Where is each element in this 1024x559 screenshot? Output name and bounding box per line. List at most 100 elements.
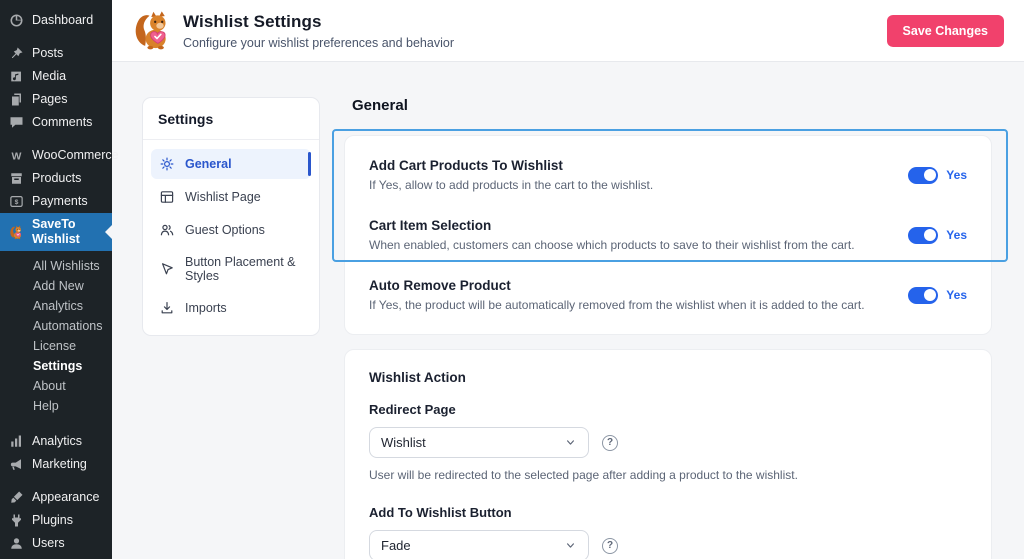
redirect-page-description: User will be redirected to the selected … bbox=[369, 468, 967, 482]
sidebar-item-dashboard[interactable]: Dashboard bbox=[0, 9, 112, 32]
settings-tab-guest-options[interactable]: Guest Options bbox=[151, 215, 311, 245]
comment-icon bbox=[9, 115, 24, 130]
submenu-item-analytics[interactable]: Analytics bbox=[0, 296, 112, 316]
sidebar-item-tools[interactable]: Tools bbox=[0, 555, 112, 559]
dashboard-icon bbox=[9, 13, 24, 28]
download-icon bbox=[159, 300, 175, 316]
sidebar-item-comments[interactable]: Comments bbox=[0, 111, 112, 134]
redirect-page-value: Wishlist bbox=[381, 435, 426, 450]
add-to-wishlist-button-help-icon[interactable]: ? bbox=[602, 538, 618, 554]
cursor-icon bbox=[159, 261, 175, 277]
setting-title: Cart Item Selection bbox=[369, 218, 855, 233]
svg-text:$: $ bbox=[15, 199, 19, 206]
sidebar-item-label: WooCommerce bbox=[32, 148, 119, 163]
add-cart-products-toggle[interactable] bbox=[908, 167, 938, 184]
sidebar-item-label: Posts bbox=[32, 46, 63, 61]
general-toggles-card: Add Cart Products To Wishlist If Yes, al… bbox=[344, 135, 992, 335]
pages-icon bbox=[9, 92, 24, 107]
add-to-wishlist-button-label: Add To Wishlist Button bbox=[369, 505, 967, 520]
settings-tab-general[interactable]: General bbox=[151, 149, 311, 179]
sidebar-item-label: Users bbox=[32, 536, 65, 551]
bar-chart-icon bbox=[9, 434, 24, 449]
sidebar-item-label: Media bbox=[32, 69, 66, 84]
submenu-item-all-wishlists[interactable]: All Wishlists bbox=[0, 256, 112, 276]
sidebar-item-label: Products bbox=[32, 171, 81, 186]
settings-nav-title: Settings bbox=[143, 98, 319, 140]
svg-text:W: W bbox=[12, 150, 22, 162]
sidebar-item-label: Comments bbox=[32, 115, 92, 130]
sidebar-item-users[interactable]: Users bbox=[0, 532, 112, 555]
people-icon bbox=[159, 222, 175, 238]
settings-tab-button-placement[interactable]: Button Placement & Styles bbox=[151, 248, 311, 290]
settings-nav-panel: Settings General Wishlist Page Guest Opt… bbox=[142, 97, 320, 336]
sidebar-item-saveto-wishlist[interactable]: SaveTo Wishlist bbox=[0, 213, 112, 251]
page-header: Wishlist Settings Configure your wishlis… bbox=[112, 0, 1024, 62]
pin-icon bbox=[9, 46, 24, 61]
setting-description: When enabled, customers can choose which… bbox=[369, 238, 855, 252]
submenu-item-about[interactable]: About bbox=[0, 376, 112, 396]
sidebar-item-label: Payments bbox=[32, 194, 88, 209]
sidebar-item-label: Marketing bbox=[32, 457, 87, 472]
submenu-item-settings[interactable]: Settings bbox=[0, 356, 112, 376]
sidebar-item-label: Plugins bbox=[32, 513, 73, 528]
sidebar-item-pages[interactable]: Pages bbox=[0, 88, 112, 111]
save-changes-button[interactable]: Save Changes bbox=[887, 15, 1004, 47]
payments-icon: $ bbox=[9, 194, 24, 209]
toggle-knob bbox=[924, 169, 936, 181]
redirect-page-label: Redirect Page bbox=[369, 402, 967, 417]
brush-icon bbox=[9, 490, 24, 505]
sidebar-item-woocommerce[interactable]: W WooCommerce bbox=[0, 144, 112, 167]
toggle-state-label: Yes bbox=[946, 228, 967, 242]
sidebar-item-media[interactable]: Media bbox=[0, 65, 112, 88]
toggle-knob bbox=[924, 289, 936, 301]
gear-icon bbox=[159, 156, 175, 172]
setting-description: If Yes, allow to add products in the car… bbox=[369, 178, 653, 192]
setting-title: Auto Remove Product bbox=[369, 278, 865, 293]
setting-title: Add Cart Products To Wishlist bbox=[369, 158, 653, 173]
wishlist-action-title: Wishlist Action bbox=[369, 370, 967, 385]
redirect-page-select[interactable]: Wishlist bbox=[369, 427, 589, 458]
redirect-page-help-icon[interactable]: ? bbox=[602, 435, 618, 451]
saveto-wishlist-submenu: All Wishlists Add New Analytics Automati… bbox=[0, 251, 112, 420]
sidebar-item-posts[interactable]: Posts bbox=[0, 42, 112, 65]
cart-item-selection-toggle[interactable] bbox=[908, 227, 938, 244]
toggle-state-label: Yes bbox=[946, 168, 967, 182]
settings-tab-label: Guest Options bbox=[185, 223, 265, 237]
user-icon bbox=[9, 536, 24, 551]
submenu-item-add-new[interactable]: Add New bbox=[0, 276, 112, 296]
sidebar-item-payments[interactable]: $ Payments bbox=[0, 190, 112, 213]
sidebar-item-products[interactable]: Products bbox=[0, 167, 112, 190]
layout-icon bbox=[159, 189, 175, 205]
page-subtitle: Configure your wishlist preferences and … bbox=[183, 36, 454, 50]
sidebar-item-label: Analytics bbox=[32, 434, 82, 449]
settings-tab-label: Wishlist Page bbox=[185, 190, 261, 204]
sidebar-item-analytics[interactable]: Analytics bbox=[0, 430, 112, 453]
add-to-wishlist-button-select[interactable]: Fade bbox=[369, 530, 589, 559]
settings-tab-label: Imports bbox=[185, 301, 227, 315]
sidebar-item-label: Appearance bbox=[32, 490, 99, 505]
add-to-wishlist-button-value: Fade bbox=[381, 538, 411, 553]
settings-tab-label: General bbox=[185, 157, 232, 171]
toggle-state-label: Yes bbox=[946, 288, 967, 302]
settings-tab-wishlist-page[interactable]: Wishlist Page bbox=[151, 182, 311, 212]
general-settings-section: General Add Cart Products To Wishlist If… bbox=[344, 97, 992, 559]
sidebar-item-marketing[interactable]: Marketing bbox=[0, 453, 112, 476]
sidebar-item-label: SaveTo Wishlist bbox=[32, 217, 103, 247]
toggle-knob bbox=[924, 229, 936, 241]
setting-row-auto-remove-product: Auto Remove Product If Yes, the product … bbox=[369, 265, 967, 325]
wishlist-action-card: Wishlist Action Redirect Page Wishlist ?… bbox=[344, 349, 992, 559]
submenu-item-help[interactable]: Help bbox=[0, 396, 112, 416]
sidebar-item-appearance[interactable]: Appearance bbox=[0, 486, 112, 509]
woocommerce-icon: W bbox=[9, 148, 24, 163]
media-icon bbox=[9, 69, 24, 84]
section-title: General bbox=[352, 97, 992, 114]
sidebar-item-plugins[interactable]: Plugins bbox=[0, 509, 112, 532]
submenu-item-license[interactable]: License bbox=[0, 336, 112, 356]
setting-description: If Yes, the product will be automaticall… bbox=[369, 298, 865, 312]
box-icon bbox=[9, 171, 24, 186]
plug-icon bbox=[9, 513, 24, 528]
auto-remove-product-toggle[interactable] bbox=[908, 287, 938, 304]
chevron-down-icon bbox=[564, 539, 577, 552]
settings-tab-imports[interactable]: Imports bbox=[151, 293, 311, 323]
submenu-item-automations[interactable]: Automations bbox=[0, 316, 112, 336]
